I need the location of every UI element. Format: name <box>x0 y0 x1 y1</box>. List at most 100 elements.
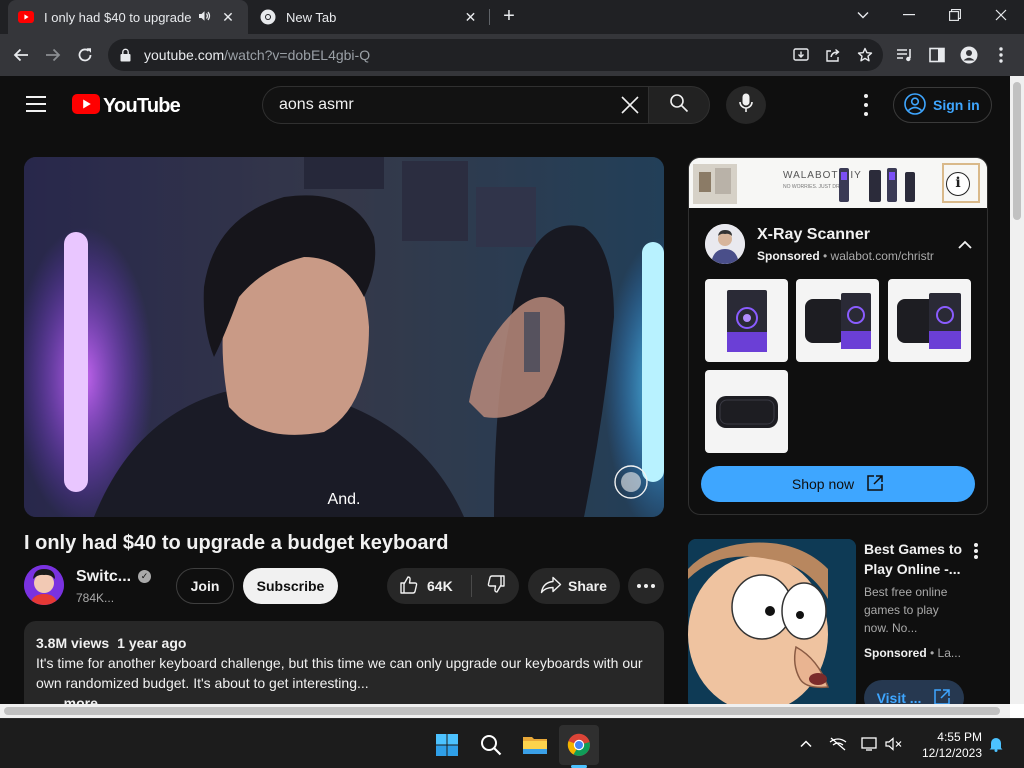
vertical-scroll-thumb[interactable] <box>1013 82 1021 220</box>
show-more-link[interactable]: ...more <box>52 693 652 704</box>
external-link-icon <box>933 688 951 704</box>
thumbs-down-icon <box>486 574 506 599</box>
voice-search-button[interactable] <box>726 86 766 124</box>
vertical-scrollbar[interactable] <box>1010 76 1024 704</box>
taskbar-clock[interactable]: 4:55 PM 12/12/2023 <box>916 729 982 761</box>
video-title: I only had $40 to upgrade a budget keybo… <box>24 532 449 554</box>
forward-arrow-icon[interactable] <box>40 42 66 68</box>
lock-icon[interactable] <box>120 48 134 62</box>
tab-search-chevron-icon[interactable] <box>840 0 886 30</box>
share-arrow-icon <box>540 576 562 597</box>
ad-product-tile[interactable] <box>888 279 971 362</box>
shop-now-label: Shop now <box>791 476 855 492</box>
scrollbar-corner <box>1010 704 1024 718</box>
volume-muted-icon[interactable] <box>884 735 904 753</box>
search-icon <box>669 93 689 118</box>
back-arrow-icon[interactable] <box>8 42 34 68</box>
chrome-taskbar-icon[interactable] <box>559 725 599 765</box>
advertiser-avatar[interactable] <box>705 224 745 264</box>
shop-now-button[interactable]: Shop now <box>701 466 975 502</box>
media-controls-icon[interactable] <box>896 46 914 64</box>
ad-domain: walabot.com/christr <box>830 249 934 263</box>
feed-ad-title[interactable]: Best Games to Play Online -... <box>864 539 969 579</box>
search-input[interactable]: aons asmr <box>262 86 648 124</box>
minimize-icon[interactable] <box>886 0 932 30</box>
ad-product-tile[interactable] <box>705 370 788 453</box>
like-dislike-group: 64K <box>387 568 519 604</box>
install-app-icon[interactable] <box>792 46 810 64</box>
restore-icon[interactable] <box>932 0 978 30</box>
ad-banner-image[interactable]: WALABOT DIY NO WORRIES. JUST DRILL. <box>689 158 987 208</box>
more-actions-icon[interactable] <box>628 568 664 604</box>
description-box[interactable]: 3.8M views 1 year ago It's time for anoth… <box>24 621 664 704</box>
external-link-icon <box>866 474 884 495</box>
youtube-page: YouTube aons asmr Sign in And. I only ha… <box>0 76 1010 704</box>
display-icon[interactable] <box>860 735 880 753</box>
feed-ad-sponsor-line: Sponsored • La... <box>864 646 961 660</box>
guide-menu-icon[interactable] <box>26 96 46 112</box>
like-button[interactable]: 64K <box>387 568 471 604</box>
close-tab-icon[interactable]: ✕ <box>220 9 236 25</box>
feed-ad-more-icon[interactable] <box>973 543 979 559</box>
description-line-2: own randomized budget. It's about to get… <box>36 675 369 691</box>
notification-bell-icon[interactable] <box>986 735 1006 753</box>
tab-new-tab[interactable]: New Tab ✕ <box>250 0 488 34</box>
visit-site-button[interactable]: Visit ... <box>864 680 964 704</box>
new-tab-plus-icon[interactable]: + <box>498 6 520 28</box>
video-player[interactable]: And. <box>24 157 664 517</box>
tab-separator <box>489 9 490 25</box>
ad-title[interactable]: X-Ray Scanner <box>757 226 870 244</box>
settings-more-icon[interactable] <box>856 94 876 116</box>
sign-in-button[interactable]: Sign in <box>893 87 992 123</box>
description-line-1: It's time for another keyboard challenge… <box>36 655 643 671</box>
youtube-play-logo-icon <box>72 94 100 119</box>
share-label: Share <box>568 578 607 594</box>
url-path: /watch?v=dobEL4gbi-Q <box>224 47 371 63</box>
feed-ad-thumbnail[interactable] <box>688 539 856 704</box>
network-disconnected-icon[interactable] <box>828 735 848 753</box>
url-text: youtube.com/watch?v=dobEL4gbi-Q <box>144 47 370 63</box>
subscriber-count: 784K... <box>76 591 115 605</box>
join-button[interactable]: Join <box>176 568 234 604</box>
side-panel-icon[interactable] <box>928 46 946 64</box>
horizontal-scroll-thumb[interactable] <box>4 707 1000 715</box>
clear-search-icon[interactable] <box>620 95 640 115</box>
share-page-icon[interactable] <box>824 46 842 64</box>
ad-product-tile[interactable] <box>796 279 879 362</box>
taskbar-search-icon[interactable] <box>471 725 511 765</box>
bookmark-star-icon[interactable] <box>856 46 874 64</box>
youtube-logo[interactable]: YouTube <box>72 94 181 119</box>
channel-name[interactable]: Switc... <box>76 568 131 586</box>
upload-age: 1 year ago <box>117 635 187 651</box>
address-bar[interactable]: youtube.com/watch?v=dobEL4gbi-Q <box>108 39 883 71</box>
view-count: 3.8M views <box>36 635 110 651</box>
profile-icon[interactable] <box>960 46 978 64</box>
collapse-chevron-up-icon[interactable] <box>957 238 973 250</box>
visit-label: Visit ... <box>876 690 922 704</box>
subscribe-button[interactable]: Subscribe <box>243 568 338 604</box>
horizontal-scrollbar[interactable] <box>0 704 1010 718</box>
tab-youtube[interactable]: I only had $40 to upgrade a budget keybo… <box>8 0 248 34</box>
ad-product-tile[interactable] <box>705 279 788 362</box>
tab-audio-icon[interactable] <box>198 10 212 25</box>
close-window-icon[interactable] <box>978 0 1024 30</box>
reload-icon[interactable] <box>72 42 98 68</box>
ad-sponsor-line: Sponsored • walabot.com/christr <box>757 249 934 263</box>
channel-avatar[interactable] <box>24 565 64 605</box>
search-button[interactable] <box>648 86 710 124</box>
show-hidden-icons-chevron-icon[interactable] <box>796 735 816 753</box>
clock-date: 12/12/2023 <box>921 746 982 760</box>
feed-ad-advertiser: La... <box>937 646 961 660</box>
youtube-favicon-icon <box>18 9 34 25</box>
feed-ad-sponsored-label: Sponsored <box>864 646 927 660</box>
thumbs-up-icon <box>399 575 419 598</box>
chrome-menu-icon[interactable] <box>992 46 1010 64</box>
tab-title: I only had $40 to upgrade a budget keybo… <box>44 9 194 25</box>
ad-info-icon[interactable]: i <box>946 172 970 196</box>
close-tab-icon[interactable]: ✕ <box>463 9 478 25</box>
windows-start-icon[interactable] <box>427 725 467 765</box>
file-explorer-icon[interactable] <box>515 725 555 765</box>
dislike-button[interactable] <box>472 568 519 604</box>
share-button[interactable]: Share <box>528 568 620 604</box>
companion-ad-card: WALABOT DIY NO WORRIES. JUST DRILL. i X-… <box>688 157 988 515</box>
